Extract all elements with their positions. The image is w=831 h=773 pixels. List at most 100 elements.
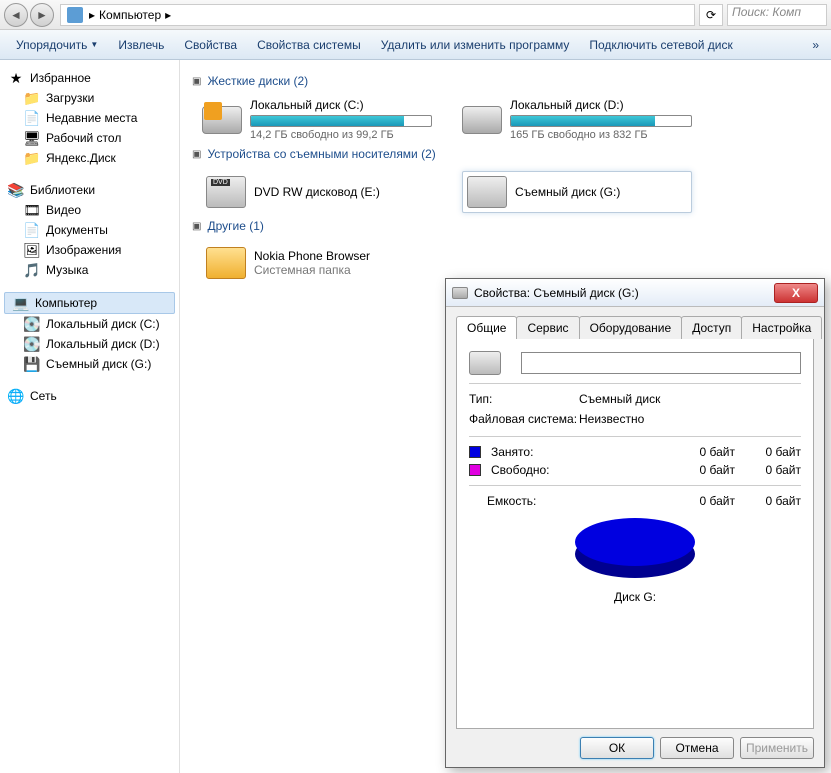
toolbar-mapdrive[interactable]: Подключить сетевой диск [579,34,742,56]
tab-hardware[interactable]: Оборудование [579,316,683,339]
section-other[interactable]: ▣Другие (1) [192,219,819,233]
close-button[interactable]: X [774,283,818,303]
value-free-human: 0 байт [741,463,801,477]
device-name: Съемный диск (G:) [515,185,620,199]
sidebar-item-disk-c[interactable]: 💽Локальный диск (C:) [0,314,179,334]
sidebar-libraries[interactable]: 📚Библиотеки [0,180,179,200]
value-free-bytes: 0 байт [577,463,735,477]
value-used-human: 0 байт [741,445,801,459]
search-input[interactable]: Поиск: Комп [727,4,827,26]
sidebar-favorites[interactable]: ★Избранное [0,68,179,88]
sidebar-network[interactable]: 🌐Сеть [0,386,179,406]
tab-sharing[interactable]: Доступ [681,316,742,339]
desktop-icon: 🖥 [24,130,40,146]
toolbar: Упорядочить▼ Извлечь Свойства Свойства с… [0,30,831,60]
recent-icon: 📄 [24,110,40,126]
drive-freespace: 14,2 ГБ свободно из 99,2 ГБ [250,129,432,141]
section-removable[interactable]: ▣Устройства со съемными носителями (2) [192,147,819,161]
sidebar-item-documents[interactable]: 📄Документы [0,220,179,240]
toolbar-sysprops[interactable]: Свойства системы [247,34,371,56]
sidebar-item-pictures[interactable]: 🖼Изображения [0,240,179,260]
music-icon: 🎵 [24,262,40,278]
drive-icon [452,287,468,299]
value-capacity-bytes: 0 байт [571,494,735,508]
folder-icon: 📁 [24,90,40,106]
drive-d[interactable]: Локальный диск (D:) 165 ГБ свободно из 8… [462,98,692,141]
sidebar-item-yadisk[interactable]: 📁Яндекс.Диск [0,148,179,168]
sidebar-item-recent[interactable]: 📄Недавние места [0,108,179,128]
usb-icon: 💾 [24,356,40,372]
swatch-free [469,464,481,476]
address-bar: ◄ ► ▸ Компьютер ▸ ⟳ Поиск: Комп [0,0,831,30]
toolbar-overflow[interactable]: » [806,34,825,56]
sidebar-computer[interactable]: 💻Компьютер [4,292,175,314]
tab-customize[interactable]: Настройка [741,316,822,339]
toolbar-eject[interactable]: Извлечь [108,34,174,56]
drive-freespace: 165 ГБ свободно из 832 ГБ [510,129,692,141]
tab-tools[interactable]: Сервис [516,316,579,339]
toolbar-organize[interactable]: Упорядочить▼ [6,34,108,56]
sidebar-item-music[interactable]: 🎵Музыка [0,260,179,280]
dialog-title: Свойства: Съемный диск (G:) [474,286,774,300]
value-capacity-human: 0 байт [741,494,801,508]
tab-strip: Общие Сервис Оборудование Доступ Настрой… [456,315,814,339]
hdd-icon: 💽 [24,336,40,352]
value-used-bytes: 0 байт [577,445,735,459]
drive-icon [469,351,501,375]
navigation-pane: ★Избранное 📁Загрузки 📄Недавние места 🖥Ра… [0,60,180,773]
computer-icon: 💻 [13,295,29,311]
removable-disk-icon [467,176,507,208]
drive-name: Локальный диск (C:) [250,98,432,112]
sidebar-item-disk-d[interactable]: 💽Локальный диск (D:) [0,334,179,354]
ok-button[interactable]: ОК [580,737,654,759]
breadcrumb-root[interactable]: Компьютер [99,8,161,22]
dvd-icon [206,176,246,208]
disk-label: Диск G: [614,590,656,604]
cancel-button[interactable]: Отмена [660,737,734,759]
breadcrumb[interactable]: ▸ Компьютер ▸ [60,4,695,26]
hdd-icon [202,98,242,134]
network-icon: 🌐 [8,388,24,404]
device-name: DVD RW дисковод (E:) [254,185,380,199]
star-icon: ★ [8,70,24,86]
drive-name: Локальный диск (D:) [510,98,692,112]
value-fs: Неизвестно [579,412,801,426]
value-type: Съемный диск [579,392,801,406]
video-icon: 🎞 [24,202,40,218]
hdd-icon: 💽 [24,316,40,332]
swatch-used [469,446,481,458]
label-used: Занято: [491,445,571,459]
device-meta: Системная папка [254,263,370,277]
device-usb[interactable]: Съемный диск (G:) [462,171,692,213]
drive-c[interactable]: Локальный диск (C:) 14,2 ГБ свободно из … [202,98,432,141]
volume-label-input[interactable] [521,352,801,374]
sidebar-item-disk-g[interactable]: 💾Съемный диск (G:) [0,354,179,374]
toolbar-properties[interactable]: Свойства [174,34,247,56]
document-icon: 📄 [24,222,40,238]
breadcrumb-sep2: ▸ [165,8,171,22]
sidebar-item-desktop[interactable]: 🖥Рабочий стол [0,128,179,148]
dialog-titlebar[interactable]: Свойства: Съемный диск (G:) X [446,279,824,307]
device-nokia[interactable]: Nokia Phone Browser Системная папка [202,243,432,283]
nav-forward-button[interactable]: ► [30,3,54,27]
properties-dialog: Свойства: Съемный диск (G:) X Общие Серв… [445,278,825,768]
label-type: Тип: [469,392,579,406]
libraries-icon: 📚 [8,182,24,198]
hdd-icon [462,98,502,134]
nav-back-button[interactable]: ◄ [4,3,28,27]
breadcrumb-sep: ▸ [89,8,95,22]
label-fs: Файловая система: [469,412,579,426]
tab-panel-general: Тип: Съемный диск Файловая система: Неиз… [456,339,814,729]
refresh-button[interactable]: ⟳ [699,4,723,26]
sidebar-item-video[interactable]: 🎞Видео [0,200,179,220]
device-dvd[interactable]: DVD RW дисковод (E:) [202,171,432,213]
section-hdd[interactable]: ▣Жесткие диски (2) [192,74,819,88]
device-name: Nokia Phone Browser [254,249,370,263]
sidebar-item-downloads[interactable]: 📁Загрузки [0,88,179,108]
computer-icon [67,7,83,23]
system-folder-icon [206,247,246,279]
folder-icon: 📁 [24,150,40,166]
apply-button[interactable]: Применить [740,737,814,759]
toolbar-uninstall[interactable]: Удалить или изменить программу [371,34,580,56]
tab-general[interactable]: Общие [456,316,517,339]
